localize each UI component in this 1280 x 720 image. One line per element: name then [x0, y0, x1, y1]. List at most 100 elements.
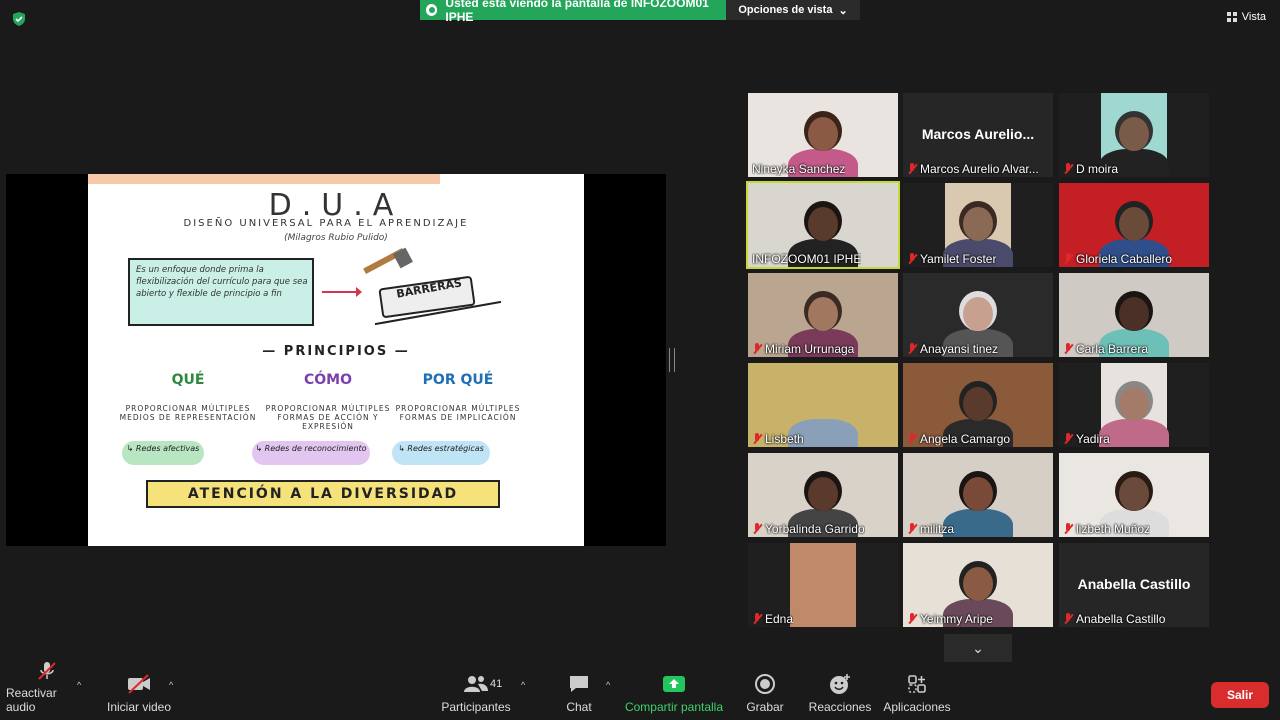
participant-name-row: Gloriela Caballero	[1063, 252, 1172, 266]
share-screen-label: Compartir pantalla	[624, 700, 724, 714]
footer-text: ATENCIÓN A LA DIVERSIDAD	[187, 486, 459, 502]
leave-button[interactable]: Salir	[1211, 682, 1269, 708]
reactions-button[interactable]: Reacciones	[809, 668, 871, 720]
tag-affective: ↳ Redes afectivas	[126, 444, 200, 453]
participant-name-row: Anayansi tinez	[907, 342, 998, 356]
participant-name-row: Yorbalinda Garrido	[752, 522, 865, 536]
record-icon	[754, 672, 776, 696]
participant-name-row: Edna	[752, 612, 793, 626]
participants-options-caret[interactable]: ^	[521, 680, 525, 690]
participant-name: militza	[920, 522, 955, 536]
view-options-button[interactable]: Opciones de vista ⌄	[726, 0, 860, 20]
share-indicator-icon	[426, 4, 438, 16]
participant-name-row: D moira	[1063, 162, 1118, 176]
video-options-caret[interactable]: ^	[169, 680, 173, 690]
chat-button[interactable]: Chat	[556, 668, 602, 720]
participant-display-name: Anabella Castillo	[1077, 576, 1191, 592]
microphone-muted-icon	[1063, 163, 1073, 175]
participant-tile[interactable]: Anayansi tinez	[903, 273, 1053, 357]
view-button[interactable]: Vista	[1226, 11, 1266, 23]
reactions-icon	[828, 672, 852, 696]
slide-author: (Milagros Rubio Pulido)	[284, 233, 388, 243]
participant-tile[interactable]: INFOZOOM01 IPHE	[746, 181, 900, 269]
participant-tile[interactable]: D moira	[1059, 93, 1209, 177]
arrow-icon	[322, 287, 362, 297]
shared-screen: D.U.A DISEÑO UNIVERSAL PARA EL APRENDIZA…	[6, 174, 666, 546]
participant-count: 41	[490, 678, 503, 690]
participant-name-row: Yeimmy Aripe	[907, 612, 993, 626]
participant-name-row: Lisbeth	[752, 432, 804, 446]
participant-name: Lisbeth	[765, 432, 804, 446]
participant-tile[interactable]: Marcos Aurelio... Marcos Aurelio Alvar...	[903, 93, 1053, 177]
principle-heading-que: QUÉ	[171, 372, 205, 388]
participant-tile[interactable]: Miriam Urrunaga	[748, 273, 898, 357]
participant-name: Angela Camargo	[920, 432, 1011, 446]
microphone-muted-icon	[1063, 433, 1073, 445]
microphone-muted-icon	[1063, 343, 1073, 355]
participant-tile[interactable]: Yamilet Foster	[903, 183, 1053, 267]
participant-name: Edna	[765, 612, 794, 626]
chevron-down-icon: ⌄	[972, 639, 984, 656]
participant-tile[interactable]: Nineyka Sanchez	[748, 93, 898, 177]
participant-tile[interactable]: Angela Camargo	[903, 363, 1053, 447]
share-banner-text: Usted está viendo la pantalla de INFOZOO…	[445, 0, 709, 24]
shield-icon[interactable]	[11, 11, 27, 27]
unmute-label: Reactivar audio	[6, 686, 57, 714]
meeting-toolbar: Reactivar audio ^ Iniciar video ^ Partic…	[0, 662, 1280, 720]
microphone-muted-icon	[907, 613, 917, 625]
participant-name: Marcos Aurelio Alvar...	[920, 162, 1039, 176]
tag-recognition: ↳ Redes de reconocimiento	[255, 444, 367, 453]
participant-tile[interactable]: Gloriela Caballero	[1059, 183, 1209, 267]
participant-tile[interactable]: Edna	[748, 543, 898, 627]
start-video-button[interactable]: Iniciar video	[104, 668, 174, 720]
unmute-button[interactable]: Reactivar audio	[6, 662, 88, 720]
participants-label: Participantes	[441, 700, 511, 714]
microphone-muted-icon	[752, 433, 762, 445]
participant-tile[interactable]: lizbeth Muñoz	[1059, 453, 1209, 537]
share-screen-icon	[662, 672, 686, 696]
screen-share-banner: Usted está viendo la pantalla de INFOZOO…	[420, 0, 726, 24]
participant-tile[interactable]: Yeimmy Aripe	[903, 543, 1053, 627]
participant-name-row: Yamilet Foster	[907, 252, 996, 266]
chat-label: Chat	[566, 700, 592, 714]
microphone-muted-icon	[907, 253, 917, 265]
participant-name: Miriam Urrunaga	[765, 342, 855, 356]
audio-options-caret[interactable]: ^	[77, 680, 81, 690]
tag-strategic: ↳ Redes estratégicas	[398, 444, 484, 453]
participant-name: Carla Barrera	[1076, 342, 1149, 356]
microphone-muted-icon	[1063, 523, 1073, 535]
participant-tile[interactable]: Carla Barrera	[1059, 273, 1209, 357]
apps-label: Aplicaciones	[883, 700, 951, 714]
participant-tile[interactable]: militza	[903, 453, 1053, 537]
principle-body-como: PROPORCIONAR MÚLTIPLES FORMAS DE ACCIÓN …	[265, 404, 391, 431]
participant-tile[interactable]: Lisbeth	[748, 363, 898, 447]
participant-name: Yamilet Foster	[920, 252, 997, 266]
microphone-muted-icon	[907, 433, 917, 445]
participant-name: Anayansi tinez	[920, 342, 999, 356]
slide-subtitle: DISEÑO UNIVERSAL PARA EL APRENDIZAJE	[183, 218, 469, 229]
resize-handle[interactable]	[669, 348, 675, 372]
video-off-icon	[126, 672, 152, 696]
participant-tile[interactable]: Yadira	[1059, 363, 1209, 447]
record-button[interactable]: Grabar	[744, 668, 786, 720]
microphone-muted-icon	[907, 343, 917, 355]
apps-icon	[906, 672, 928, 696]
participant-name: Yeimmy Aripe	[920, 612, 993, 626]
next-page-button[interactable]: ⌄	[944, 634, 1012, 662]
share-screen-button[interactable]: Compartir pantalla	[624, 668, 724, 720]
participant-name-row: Angela Camargo	[907, 432, 1010, 446]
participant-name-row: INFOZOOM01 IPHE	[752, 252, 861, 266]
chat-options-caret[interactable]: ^	[606, 680, 610, 690]
participant-name-row: militza	[907, 522, 954, 536]
participant-tile[interactable]: Yorbalinda Garrido	[748, 453, 898, 537]
definition-text: Es un enfoque donde prima la flexibiliza…	[136, 265, 308, 299]
participants-button[interactable]: Participantes	[440, 668, 512, 720]
participant-name-row: Carla Barrera	[1063, 342, 1148, 356]
microphone-muted-icon	[1063, 253, 1073, 265]
principle-body-que: PROPORCIONAR MÚLTIPLES MEDIOS DE REPRESE…	[119, 404, 257, 422]
microphone-muted-icon	[752, 343, 762, 355]
principle-body-por-que: PROPORCIONAR MÚLTIPLES FORMAS DE IMPLICA…	[395, 404, 521, 422]
participant-tile[interactable]: Anabella Castillo Anabella Castillo	[1059, 543, 1209, 627]
participant-name: lizbeth Muñoz	[1076, 522, 1151, 536]
apps-button[interactable]: Aplicaciones	[882, 668, 952, 720]
